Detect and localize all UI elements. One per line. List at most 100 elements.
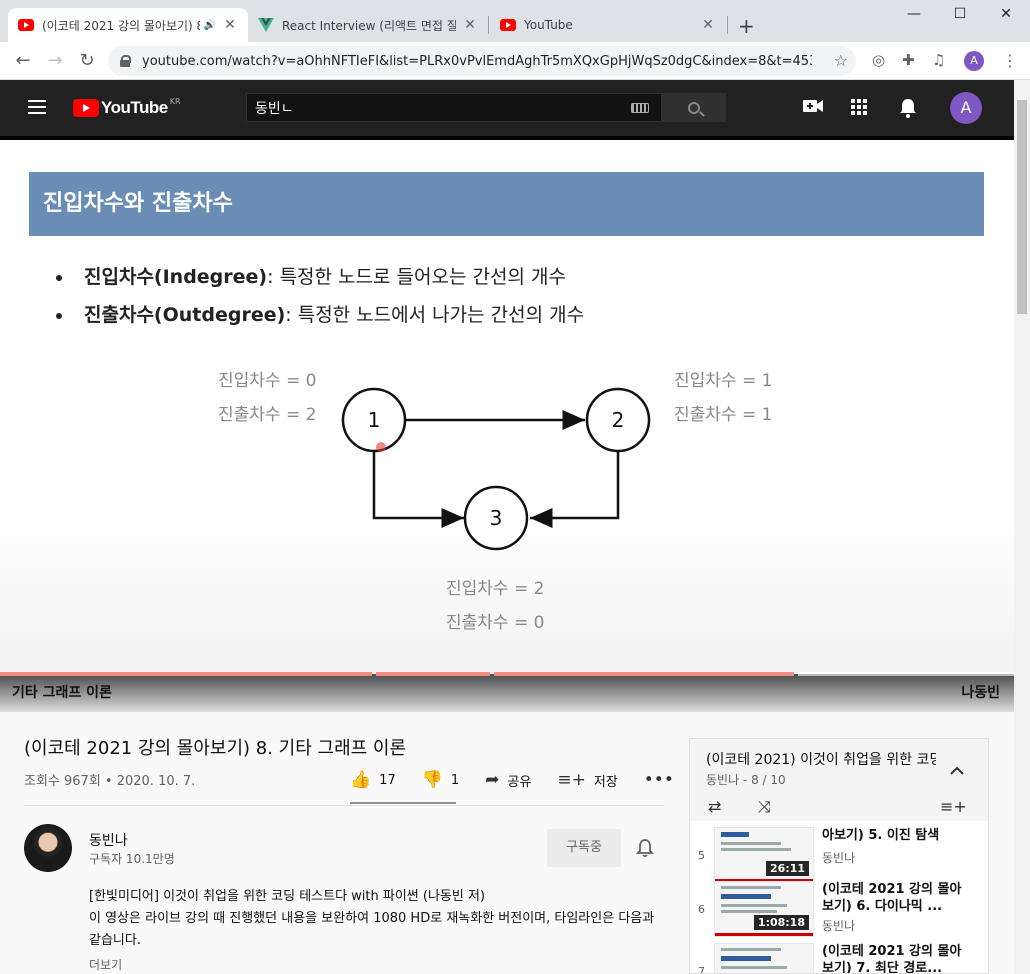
channel-name[interactable]: 동빈나: [89, 830, 128, 850]
page-scrollbar[interactable]: [1014, 80, 1030, 974]
create-video-icon[interactable]: [803, 98, 823, 119]
watched-progress: [715, 933, 813, 936]
player-controls[interactable]: 기타 그래프 이론 나동빈: [0, 654, 1014, 712]
lock-icon[interactable]: [120, 55, 131, 67]
media-control-icon[interactable]: ♫: [932, 51, 945, 69]
audio-playing-icon[interactable]: 🔊: [204, 20, 216, 31]
subscriber-count: 구독자 10.1만명: [89, 852, 175, 866]
video-thumbnail[interactable]: [714, 943, 814, 973]
video-duration: 26:11: [765, 861, 809, 876]
video-thumbnail[interactable]: 26:11: [714, 827, 814, 883]
share-label: 공유: [507, 774, 532, 790]
node2-indegree: 진입차수 = 1: [674, 371, 773, 391]
tab-youtube[interactable]: YouTube ✕: [490, 8, 726, 42]
node3-outdegree: 진출차수 = 0: [446, 613, 545, 633]
youtube-play-icon: [73, 99, 99, 117]
playlist-video-title[interactable]: 아보기) 5. 이진 탐색: [822, 827, 972, 844]
playlist-index: 6: [698, 903, 705, 916]
playlist-video-channel: 동빈나: [822, 919, 856, 933]
playlist-panel: (이코테 2021) 이것이 취업을 위한 코딩 동빈나 - 8 / 10 ⇄ …: [689, 738, 989, 974]
tab-close-icon[interactable]: ✕: [462, 17, 478, 33]
video-player[interactable]: 진입차수와 진출차수 진입차수(Indegree): 특정한 노드로 들어오는 …: [0, 136, 1014, 712]
back-arrow-icon[interactable]: ←: [12, 50, 34, 71]
tab-react-interview[interactable]: React Interview (리액트 면접 질문 ✕: [248, 8, 488, 42]
search-button[interactable]: [661, 93, 726, 122]
scrollbar-thumb[interactable]: [1017, 100, 1027, 314]
playlist-index: 7: [698, 965, 705, 974]
node-label: 1: [368, 408, 381, 432]
browser-toolbar: ← → ↻ youtube.com/watch?v=aOhhNFTIeFI&li…: [0, 42, 1030, 80]
share-button[interactable]: ➦ 공유: [485, 770, 531, 790]
video-frame-slide: 진입차수와 진출차수 진입차수(Indegree): 특정한 노드로 들어오는 …: [0, 140, 1014, 674]
loop-icon[interactable]: ⇄: [708, 797, 721, 816]
node1-outdegree: 진출차수 = 2: [218, 405, 317, 425]
reload-icon[interactable]: ↻: [76, 50, 98, 71]
notifications-bell-icon[interactable]: [899, 98, 917, 123]
show-more-link[interactable]: 더보기: [89, 956, 122, 973]
hamburger-menu-icon[interactable]: [28, 100, 46, 114]
save-label: 저장: [593, 774, 618, 790]
maximize-icon[interactable]: ☐: [945, 6, 975, 22]
address-bar[interactable]: youtube.com/watch?v=aOhhNFTIeFI&list=PLR…: [108, 46, 856, 76]
youtube-logo[interactable]: YouTube KR: [73, 96, 181, 118]
more-horiz-icon: •••: [643, 770, 674, 790]
playlist-position: 동빈나 - 8 / 10: [706, 773, 786, 787]
playlist-item[interactable]: 5 26:11 아보기) 5. 이진 탐색 동빈나: [690, 827, 988, 883]
playlist-title[interactable]: (이코테 2021) 이것이 취업을 위한 코딩: [706, 749, 936, 769]
playlist-video-title[interactable]: (이코테 2021 강의 몰아보기) 6. 다이나믹 ...: [822, 881, 972, 915]
extension-circle-icon[interactable]: ◎: [872, 51, 885, 69]
dislike-button[interactable]: 👎 1: [422, 770, 459, 790]
progress-bar[interactable]: [0, 672, 1014, 676]
tab-youtube-video[interactable]: (이코테 2021 강의 몰아보기) 8. 기 🔊 ✕: [8, 8, 248, 42]
youtube-masthead: YouTube KR 동빈ㄴ A: [0, 80, 1014, 136]
notification-bell-icon[interactable]: [635, 838, 655, 863]
channel-avatar[interactable]: [24, 824, 72, 872]
search-query[interactable]: 동빈ㄴ: [255, 98, 631, 118]
apps-grid-icon[interactable]: [851, 99, 867, 115]
window-close-icon[interactable]: ✕: [991, 6, 1021, 22]
logo-text: YouTube: [101, 98, 168, 117]
tab-close-icon[interactable]: ✕: [700, 17, 716, 33]
url-text[interactable]: youtube.com/watch?v=aOhhNFTIeFI&list=PLR…: [142, 54, 812, 69]
thumbs-up-icon: 👍: [350, 770, 372, 790]
vue-favicon-icon: [258, 18, 274, 32]
search-icon: [687, 101, 700, 114]
channel-watermark: 나동빈: [961, 685, 1000, 701]
logo-region: KR: [169, 96, 181, 106]
bookmark-star-icon[interactable]: ☆: [834, 51, 848, 70]
more-actions-button[interactable]: •••: [644, 770, 682, 790]
like-ratio-bar: [350, 802, 456, 804]
tab-close-icon[interactable]: ✕: [222, 17, 238, 33]
video-meta: 조회수 967회 • 2020. 10. 7.: [24, 774, 196, 789]
node3-indegree: 진입차수 = 2: [446, 579, 545, 599]
video-thumbnail[interactable]: 1:08:18: [714, 881, 814, 937]
chapter-title[interactable]: 기타 그래프 이론: [12, 682, 112, 702]
playlist-add-icon[interactable]: ≡+: [940, 797, 967, 816]
forward-arrow-icon[interactable]: →: [44, 50, 66, 71]
share-arrow-icon: ➦: [485, 770, 500, 790]
keyboard-icon[interactable]: [631, 102, 649, 113]
playlist-video-title[interactable]: (이코테 2021 강의 몰아보기) 7. 최단 경로...: [822, 943, 972, 973]
save-button[interactable]: ≡+ 저장: [557, 770, 617, 790]
like-count: 17: [379, 772, 396, 788]
account-avatar[interactable]: A: [950, 92, 982, 124]
browser-menu-icon[interactable]: ⋮: [1002, 51, 1018, 70]
subscribe-button[interactable]: 구독중: [547, 829, 621, 867]
shuffle-icon[interactable]: ⤨: [758, 797, 771, 817]
playlist-item[interactable]: 7 (이코테 2021 강의 몰아보기) 7. 최단 경로...: [690, 943, 988, 974]
search-input[interactable]: 동빈ㄴ: [246, 93, 662, 122]
video-actions: 👍 17 👎 1 ➦ 공유 ≡+ 저장 •••: [350, 770, 708, 790]
chapter-segment[interactable]: [798, 672, 1014, 676]
playlist-item[interactable]: 6 1:08:18 (이코테 2021 강의 몰아보기) 6. 다이나믹 ...…: [690, 881, 988, 937]
collapse-chevron-icon[interactable]: [950, 763, 964, 779]
browser-tabstrip: (이코테 2021 강의 몰아보기) 8. 기 🔊 ✕ React Interv…: [0, 0, 1030, 42]
dislike-count: 1: [450, 772, 460, 788]
cursor-highlight: [376, 442, 386, 452]
new-tab-button[interactable]: +: [738, 14, 755, 38]
profile-avatar[interactable]: A: [964, 51, 984, 71]
extensions-puzzle-icon[interactable]: ✚: [902, 51, 915, 69]
minimize-icon[interactable]: —: [899, 6, 929, 22]
like-button[interactable]: 👍 17: [350, 770, 396, 790]
progress-played: [376, 672, 490, 676]
description-line: [한빛미디어] 이것이 취업을 위한 코딩 테스트다 with 파이썬 (나동빈…: [89, 889, 486, 904]
